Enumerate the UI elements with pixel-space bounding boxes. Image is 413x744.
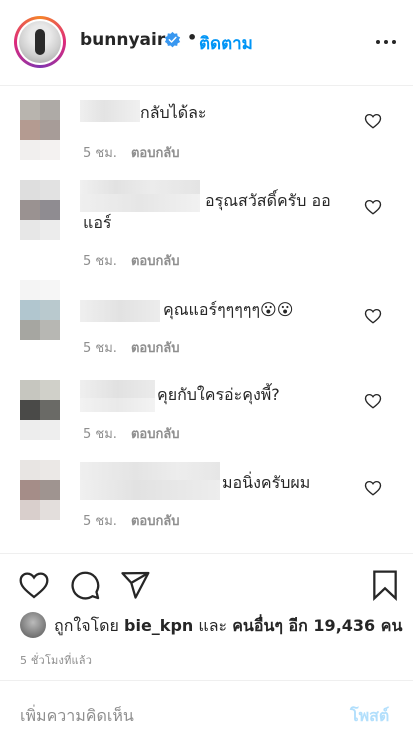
comment-time: 5 ชม. bbox=[83, 254, 117, 269]
likes-row: ถูกใจโดย bie_kpn และ คนอื่นๆ อีก 19,436 … bbox=[20, 612, 402, 639]
reply-button[interactable]: ตอบกลับ bbox=[131, 341, 180, 356]
username-link[interactable]: bunnyaire bbox=[80, 30, 177, 50]
commenter-avatar[interactable] bbox=[20, 380, 60, 440]
reply-button[interactable]: ตอบกลับ bbox=[131, 254, 180, 269]
comment-time: 5 ชม. bbox=[83, 514, 117, 529]
separator-dot: • bbox=[187, 28, 198, 47]
comment-meta: 5 ชม. ตอบกลับ bbox=[83, 337, 180, 358]
blurred-username-2 bbox=[80, 398, 155, 412]
heart-icon[interactable] bbox=[364, 392, 382, 410]
likes-text: ถูกใจโดย bie_kpn และ คนอื่นๆ อีก 19,436 … bbox=[54, 614, 402, 639]
post-timestamp: 5 ชั่วโมงที่แล้ว bbox=[20, 654, 93, 667]
blurred-username-2 bbox=[80, 194, 200, 212]
reply-button[interactable]: ตอบกลับ bbox=[131, 146, 180, 161]
follow-button[interactable]: ติดตาม bbox=[199, 30, 253, 57]
commenter-avatar[interactable] bbox=[20, 180, 60, 240]
post-header: bunnyaire • ติดตาม bbox=[0, 0, 413, 86]
comment-text: อรุณสวัสดิ์ครับ ออ bbox=[205, 191, 331, 210]
reply-button[interactable]: ตอบกลับ bbox=[131, 427, 180, 442]
verified-badge-icon bbox=[164, 31, 181, 48]
comment-text-line2: แอร์ bbox=[83, 213, 112, 232]
heart-icon[interactable] bbox=[364, 198, 382, 216]
comment-text: กลับได้ละ bbox=[140, 103, 207, 122]
divider bbox=[0, 680, 413, 681]
comment-meta: 5 ชม. ตอบกลับ bbox=[83, 423, 180, 444]
bookmark-icon[interactable] bbox=[369, 569, 401, 601]
avatar-image bbox=[19, 21, 61, 63]
liker-avatar[interactable] bbox=[20, 612, 46, 638]
add-comment-input[interactable]: เพิ่มความคิดเห็น bbox=[20, 704, 134, 729]
divider bbox=[0, 553, 413, 554]
liker-username[interactable]: bie_kpn bbox=[124, 616, 193, 635]
likes-and: และ bbox=[198, 616, 228, 635]
comment-time: 5 ชม. bbox=[83, 427, 117, 442]
likes-others-link[interactable]: คนอื่นๆ อีก 19,436 คน bbox=[232, 616, 402, 635]
comment-icon[interactable] bbox=[69, 569, 101, 601]
comment-text: คุยกับใครอ่ะคุงพี้? bbox=[157, 385, 280, 404]
heart-icon[interactable] bbox=[364, 479, 382, 497]
share-icon[interactable] bbox=[119, 569, 151, 601]
comment-meta: 5 ชม. ตอบกลับ bbox=[83, 250, 180, 271]
reply-button[interactable]: ตอบกลับ bbox=[131, 514, 180, 529]
comment-text: มอนิ่งครับผม bbox=[222, 473, 311, 492]
comment-meta: 5 ชม. ตอบกลับ bbox=[83, 510, 180, 531]
heart-icon[interactable] bbox=[18, 569, 50, 601]
profile-avatar[interactable] bbox=[14, 16, 66, 68]
commenter-avatar[interactable] bbox=[20, 460, 60, 520]
comment-meta: 5 ชม. ตอบกลับ bbox=[83, 142, 180, 163]
commenter-avatar[interactable] bbox=[20, 280, 60, 340]
comment-text: คุณแอร์ๆๆๆๆๆ😮😮 bbox=[163, 300, 294, 319]
comment-time: 5 ชม. bbox=[83, 341, 117, 356]
more-options-icon[interactable] bbox=[374, 32, 398, 52]
blurred-username-2 bbox=[80, 480, 220, 500]
heart-icon[interactable] bbox=[364, 307, 382, 325]
heart-icon[interactable] bbox=[364, 112, 382, 130]
commenter-avatar[interactable] bbox=[20, 100, 60, 160]
comment-time: 5 ชม. bbox=[83, 146, 117, 161]
blurred-username[interactable] bbox=[80, 300, 160, 322]
likes-prefix: ถูกใจโดย bbox=[54, 616, 119, 635]
post-comment-button[interactable]: โพสต์ bbox=[350, 704, 389, 729]
blurred-username[interactable] bbox=[80, 100, 140, 122]
